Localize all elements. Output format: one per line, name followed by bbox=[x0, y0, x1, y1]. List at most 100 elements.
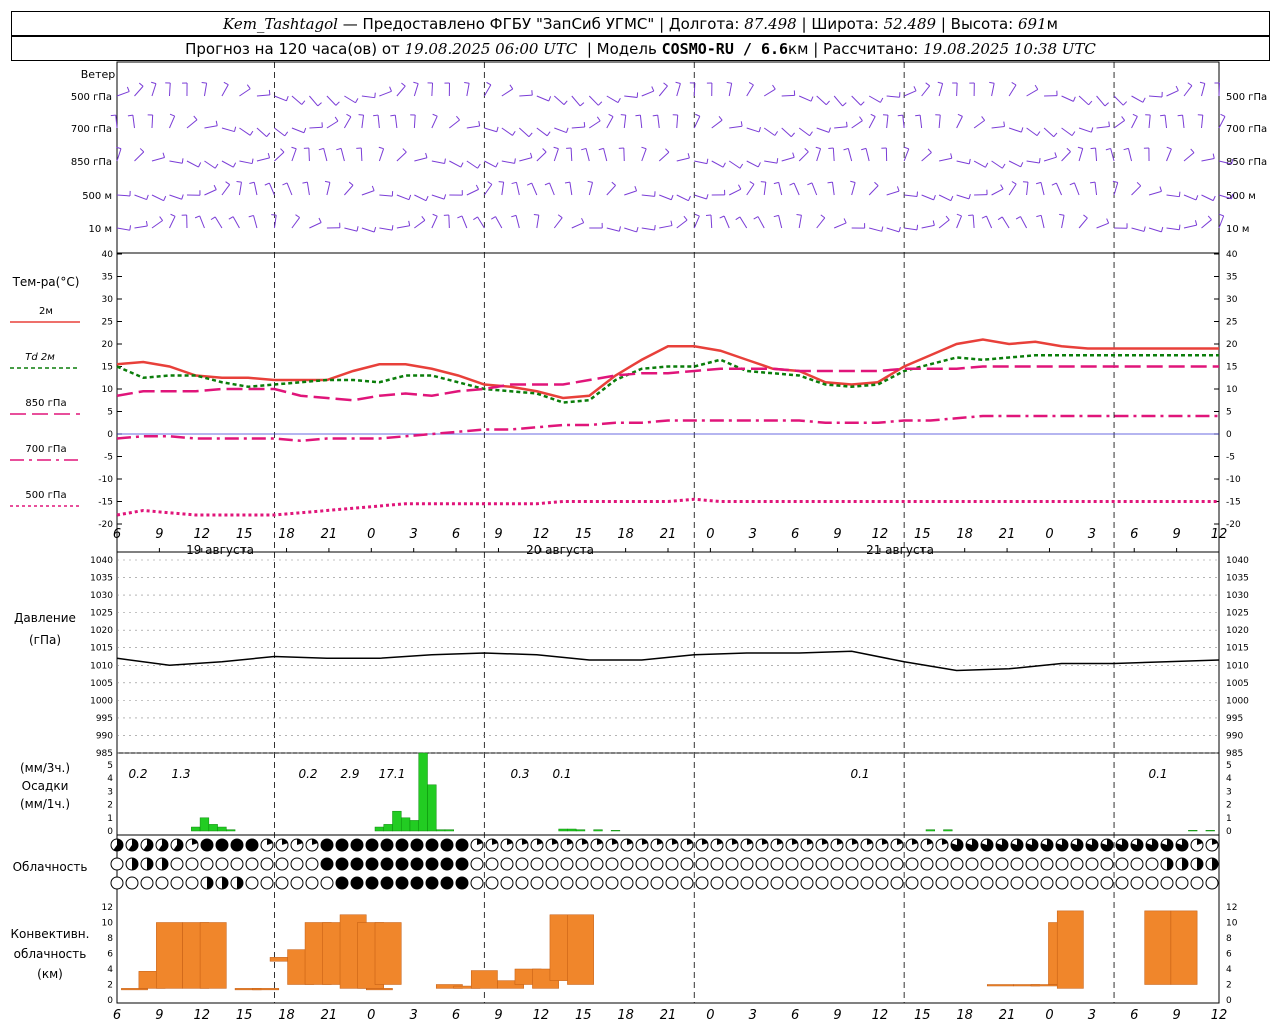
time-tick-label-bottom: 6 bbox=[1130, 1008, 1138, 1023]
wind-barb-flag bbox=[828, 127, 831, 133]
cloud-symbol bbox=[650, 857, 664, 871]
cloud-symbol bbox=[260, 857, 274, 871]
wind-barb-flag bbox=[809, 131, 813, 137]
conv-title-1: Конвективн. bbox=[11, 927, 90, 941]
cloud-symbol bbox=[575, 857, 589, 871]
cloud-symbol-full bbox=[321, 839, 333, 851]
wind-barb bbox=[956, 160, 970, 165]
wind-barb bbox=[657, 115, 660, 129]
cloud-symbol-full bbox=[441, 858, 453, 870]
wind-barb-flag bbox=[544, 182, 550, 186]
wind-barb bbox=[519, 94, 533, 97]
wind-barb-flag bbox=[796, 213, 802, 216]
cloud-symbol bbox=[230, 857, 244, 871]
cloud-symbol-full bbox=[336, 858, 348, 870]
precip-bar bbox=[943, 829, 953, 832]
conv-tick-left: 10 bbox=[102, 919, 114, 929]
cloud-symbol-fill bbox=[1197, 858, 1203, 870]
precip-bar bbox=[226, 829, 236, 832]
wind-barb-flag bbox=[1218, 213, 1224, 217]
conv-tick-right: 0 bbox=[1226, 996, 1232, 1006]
wind-barb-flag bbox=[772, 84, 776, 90]
cloud-symbol bbox=[290, 857, 304, 871]
wind-barb bbox=[519, 157, 533, 162]
wind-barb-flag bbox=[487, 181, 493, 185]
wind-barb bbox=[151, 83, 157, 97]
wind-barb bbox=[832, 147, 835, 162]
wind-barb-flag bbox=[246, 84, 251, 90]
time-tick-label-bottom: 6 bbox=[791, 1008, 799, 1023]
pressure-tick-left: 1040 bbox=[90, 556, 113, 566]
cloud-symbol bbox=[920, 876, 934, 890]
wind-barb-flag bbox=[896, 186, 900, 192]
wind-barb bbox=[868, 95, 881, 103]
wind-barb bbox=[1183, 85, 1193, 97]
wind-barb bbox=[1113, 95, 1124, 106]
wind-barb bbox=[1096, 222, 1109, 229]
cloud-symbol bbox=[1070, 876, 1084, 890]
wind-barb-flag bbox=[1178, 224, 1181, 230]
wind-barb bbox=[151, 114, 154, 129]
time-tick-label: 0 bbox=[367, 527, 375, 542]
precip-bar bbox=[392, 810, 402, 832]
cloud-symbol bbox=[995, 876, 1009, 890]
cloud-symbol bbox=[1115, 876, 1129, 890]
wind-barb bbox=[239, 127, 251, 136]
conv-bar bbox=[986, 984, 1014, 987]
precip-total-label: 0.1 bbox=[552, 767, 571, 781]
wind-barb bbox=[169, 160, 183, 164]
cloud-symbol bbox=[860, 857, 874, 871]
wind-barb bbox=[168, 82, 171, 97]
wind-barb-flag bbox=[925, 82, 930, 87]
precip-bar bbox=[418, 752, 428, 832]
wind-barb bbox=[1113, 182, 1119, 196]
wind-barb bbox=[394, 115, 398, 129]
wind-barb-flag bbox=[1160, 114, 1166, 117]
cloud-symbol bbox=[800, 876, 814, 890]
wind-barb bbox=[938, 219, 950, 229]
wind-barb bbox=[169, 194, 182, 200]
wind-barb-flag bbox=[267, 152, 271, 159]
wind-barb bbox=[256, 127, 267, 138]
wind-barb-flag bbox=[1011, 181, 1017, 185]
wind-barb bbox=[291, 127, 305, 134]
wind-barb bbox=[291, 217, 301, 229]
wind-barb bbox=[938, 115, 941, 129]
time-tick-label: 9 bbox=[494, 527, 502, 542]
wind-barb bbox=[343, 116, 352, 129]
wind-barb bbox=[798, 95, 812, 102]
wind-barb-flag bbox=[181, 158, 184, 164]
wind-barb bbox=[1020, 216, 1028, 229]
wind-barb bbox=[1043, 156, 1057, 162]
wind-barb bbox=[515, 182, 520, 196]
wind-barb-flag bbox=[390, 114, 396, 117]
wind-barb bbox=[798, 215, 802, 229]
wind-barb-flag bbox=[587, 180, 593, 183]
wind-barb bbox=[757, 216, 765, 229]
wind-barb-flag bbox=[880, 97, 884, 103]
wind-barb-flag bbox=[295, 214, 300, 218]
wind-barb-flag bbox=[1104, 102, 1109, 107]
wind-barb bbox=[151, 194, 164, 202]
wind-barb-flag bbox=[546, 131, 551, 137]
wind-barb bbox=[886, 227, 900, 233]
cloud-symbol bbox=[1070, 857, 1084, 871]
precip-total-label: 0.1 bbox=[850, 767, 869, 781]
wind-barb bbox=[253, 182, 258, 196]
cloud-symbol bbox=[275, 876, 289, 890]
wind-barb-flag bbox=[249, 181, 255, 184]
wind-barb-flag bbox=[198, 162, 202, 168]
pressure-tick-right: 1000 bbox=[1226, 696, 1249, 706]
wind-barb bbox=[904, 227, 918, 231]
wind-barb-flag bbox=[776, 158, 779, 164]
conv-tick-left: 12 bbox=[102, 903, 113, 913]
wind-barb bbox=[553, 95, 565, 106]
cloud-symbol bbox=[545, 876, 559, 890]
wind-barb bbox=[1218, 116, 1226, 129]
time-tick-label: 12 bbox=[872, 527, 889, 542]
wind-barb-flag bbox=[563, 100, 568, 105]
wind-barb bbox=[658, 85, 668, 97]
wind-barb bbox=[326, 182, 331, 196]
cloud-symbol bbox=[605, 876, 619, 890]
wind-barb-flag bbox=[271, 214, 277, 216]
